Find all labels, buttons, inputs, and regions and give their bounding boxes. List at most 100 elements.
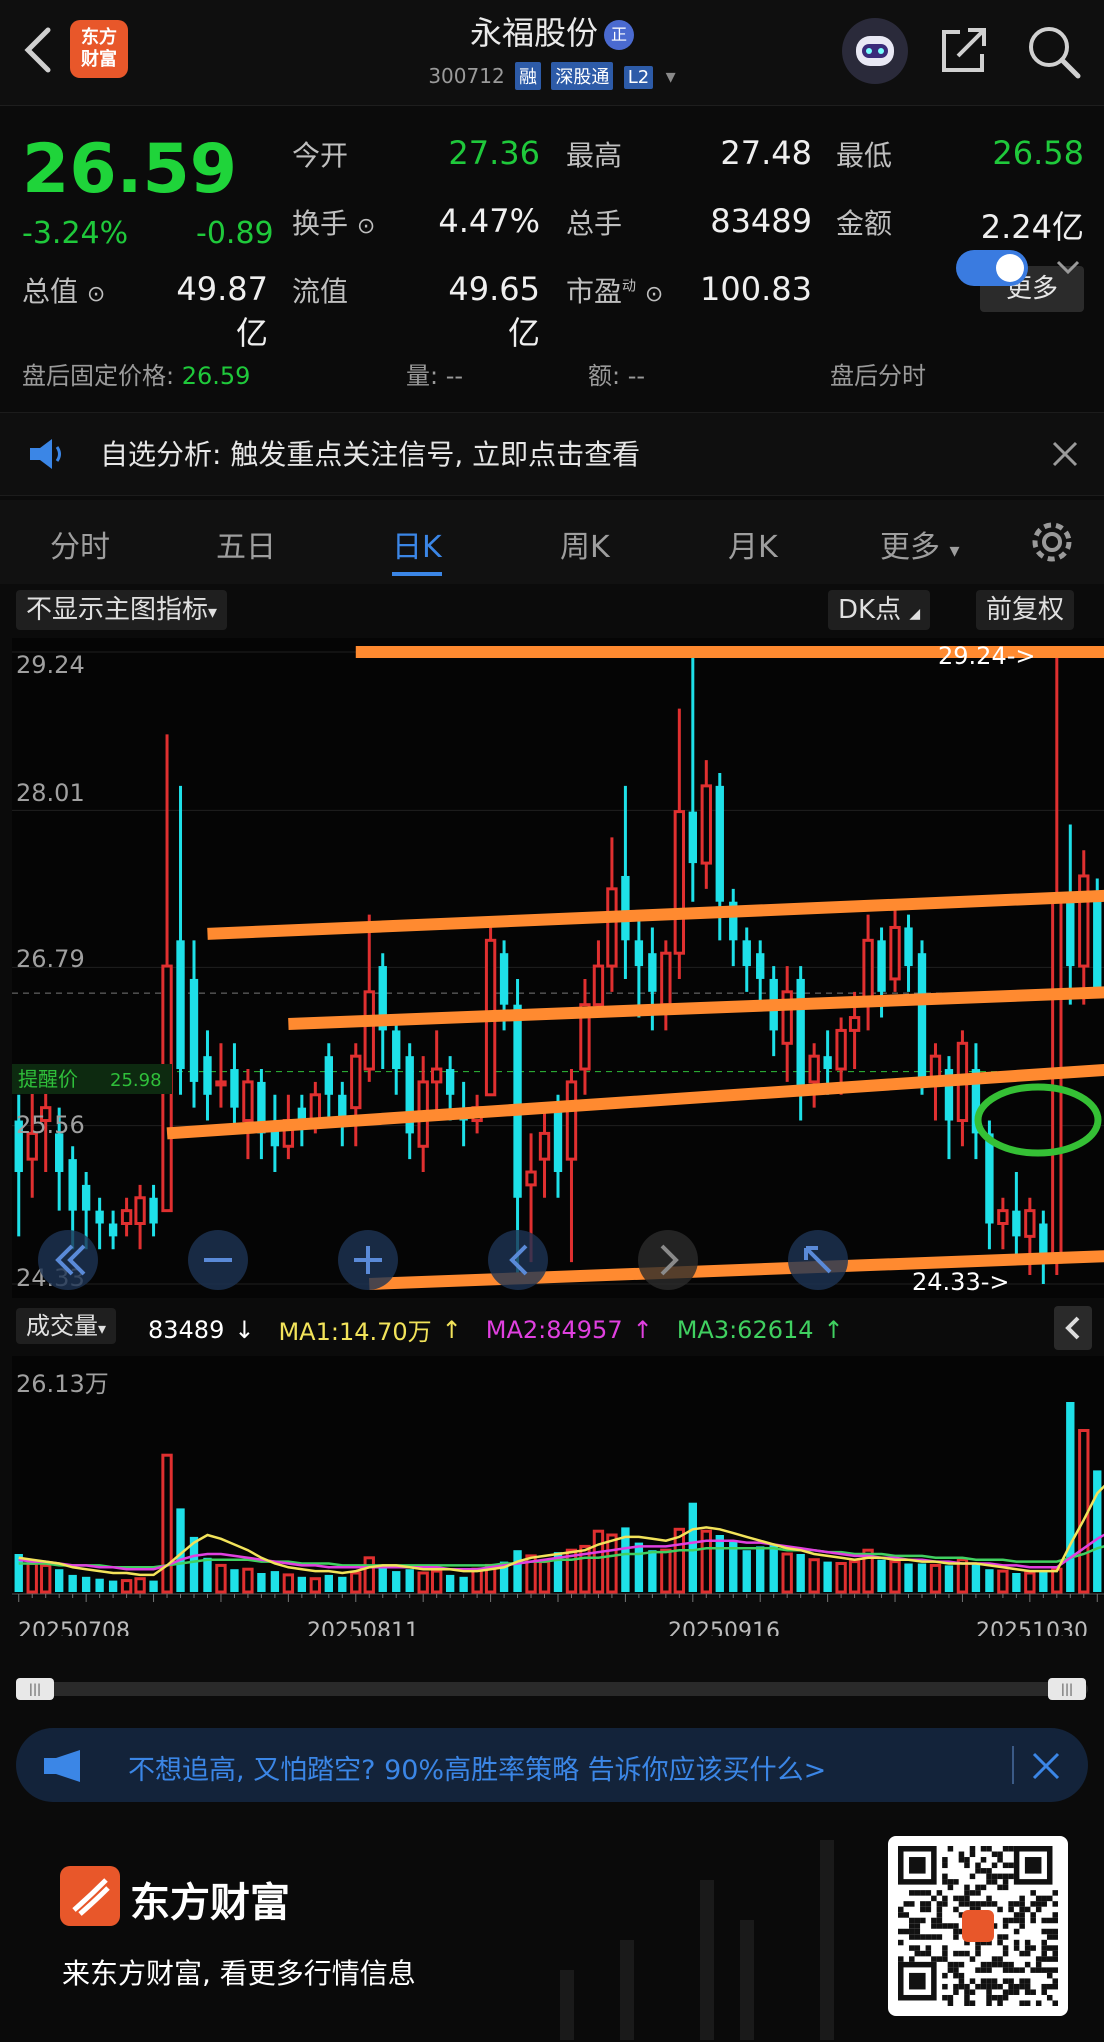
qr-pattern <box>898 1846 1058 2006</box>
settings-gear-icon[interactable] <box>1028 518 1076 566</box>
range-slider-left-handle[interactable]: ||| <box>16 1678 54 1700</box>
volume-bar <box>756 1546 765 1592</box>
qr-module <box>1030 1917 1036 1924</box>
qr-module <box>903 1912 910 1918</box>
qr-module <box>969 1956 976 1962</box>
volume-bar <box>26 1562 38 1594</box>
qr-module <box>1035 1967 1042 1973</box>
qr-module <box>1035 2000 1042 2006</box>
qr-module <box>1046 1945 1053 1951</box>
qr-module <box>909 1945 915 1951</box>
candle-body <box>904 927 913 967</box>
qr-module <box>1019 2000 1025 2006</box>
volume-bar <box>68 1574 77 1592</box>
info-icon[interactable]: ⊙ <box>87 282 105 307</box>
qr-module <box>1041 1950 1047 1957</box>
volume-bar <box>81 1576 91 1592</box>
qr-module <box>969 1873 976 1880</box>
qr-module <box>958 1983 965 1990</box>
step-left-button[interactable] <box>488 1230 548 1290</box>
qr-module <box>986 1994 992 2001</box>
scroll-left-button[interactable] <box>38 1230 98 1290</box>
qr-module <box>958 1851 965 1858</box>
qr-module <box>1052 1956 1058 1962</box>
zoom-out-button[interactable] <box>188 1230 248 1290</box>
pe-label[interactable]: 市盈动 ⊙ <box>566 270 663 310</box>
after-hours-volume: 量: -- <box>406 356 463 391</box>
qr-module <box>925 1934 932 1940</box>
reset-zoom-button[interactable] <box>788 1230 848 1290</box>
volume-bar <box>120 1579 133 1594</box>
qr-finder-core <box>909 1857 926 1874</box>
dropdown-arrow-icon[interactable]: ▾ <box>666 64 676 88</box>
tab-monthly-k[interactable]: 月K <box>728 522 778 566</box>
turnover-label[interactable]: 换手 ⊙ <box>292 202 375 242</box>
tab-daily-k[interactable]: 日K <box>392 522 442 566</box>
mktcap-label[interactable]: 总值 ⊙ <box>22 270 105 310</box>
tab-timeshare[interactable]: 分时 <box>50 522 110 566</box>
qr-module <box>1019 1895 1025 1902</box>
volume-indicator-select[interactable]: 成交量▾ <box>16 1308 117 1344</box>
collapse-panel-button[interactable] <box>1054 1306 1092 1350</box>
qr-module <box>1008 1917 1014 1924</box>
up-arrow-icon: ↑ <box>441 1315 462 1344</box>
tab-weekly-k[interactable]: 周K <box>560 522 610 566</box>
qr-module <box>1013 1983 1020 1990</box>
qr-module <box>1008 1862 1014 1869</box>
range-slider-track[interactable] <box>16 1682 1088 1696</box>
qr-module <box>947 1961 954 1968</box>
robot-assistant-icon[interactable] <box>842 18 908 84</box>
qr-module <box>986 1983 992 1990</box>
share-icon[interactable] <box>936 22 992 78</box>
adjust-mode-button[interactable]: 前复权 <box>976 590 1075 630</box>
qr-module <box>898 1939 904 1946</box>
amount-label: 金额 <box>836 207 893 240</box>
volume-bar <box>338 1576 347 1592</box>
qr-module <box>986 1901 992 1907</box>
qr-module <box>1024 1939 1031 1946</box>
qr-module <box>1002 1862 1009 1869</box>
volume-bar <box>297 1576 307 1592</box>
tab-more-label: 更多 <box>880 530 940 565</box>
step-right-button[interactable] <box>638 1230 698 1290</box>
qr-module <box>1052 1912 1058 1918</box>
qr-module <box>914 1950 921 1957</box>
qr-module <box>909 1956 915 1962</box>
volume-bar <box>742 1550 751 1592</box>
qr-module <box>964 1895 970 1902</box>
qr-module <box>975 1868 981 1874</box>
candle-body <box>835 1028 847 1071</box>
main-indicator-select[interactable]: 不显示主图指标▾ <box>16 590 228 630</box>
qr-module <box>925 1950 932 1957</box>
qr-module <box>942 1879 948 1885</box>
qr-module <box>1008 1983 1014 1990</box>
search-icon[interactable] <box>1024 22 1084 82</box>
y-tick-label: 25.56 <box>16 1111 85 1139</box>
candle-body <box>499 953 509 1005</box>
candle-body <box>1051 900 1063 1264</box>
qr-module <box>898 1928 904 1935</box>
tab-five-day[interactable]: 五日 <box>216 522 276 566</box>
tab-more[interactable]: 更多 ▾ <box>880 522 960 566</box>
after-hours-toggle[interactable] <box>956 250 1028 286</box>
candle-body <box>796 978 805 1095</box>
zoom-in-button[interactable] <box>338 1230 398 1290</box>
kline-chart[interactable]: 29.24 28.01 26.79 25.56 24.33 提醒价 25.98 … <box>12 638 1104 1298</box>
chevron-down-icon[interactable] <box>1054 256 1082 280</box>
volume-chart[interactable]: 26.13万 20250708 20250811 20250916 202510… <box>12 1356 1104 1636</box>
dk-point-button[interactable]: DK点 ◢ <box>828 590 931 630</box>
volume-bar <box>203 1557 212 1592</box>
qr-module <box>909 1923 915 1929</box>
info-icon[interactable]: ⊙ <box>357 214 375 239</box>
signal-notice-bar[interactable]: 自选分析: 触发重点关注信号, 立即点击查看 <box>0 412 1104 496</box>
info-icon[interactable]: ⊙ <box>645 282 663 307</box>
qr-module <box>1046 1917 1053 1924</box>
promo-banner[interactable]: 不想追高, 又怕踏空? 90%高胜率策略 告诉你应该买什么> <box>16 1728 1088 1802</box>
close-icon[interactable] <box>1050 439 1080 469</box>
qr-module <box>1008 1961 1014 1968</box>
range-slider-right-handle[interactable]: ||| <box>1048 1678 1086 1700</box>
qr-module <box>953 1950 959 1957</box>
volume-bar <box>257 1573 266 1592</box>
close-icon[interactable] <box>1030 1750 1062 1782</box>
qr-module <box>964 1994 970 2001</box>
